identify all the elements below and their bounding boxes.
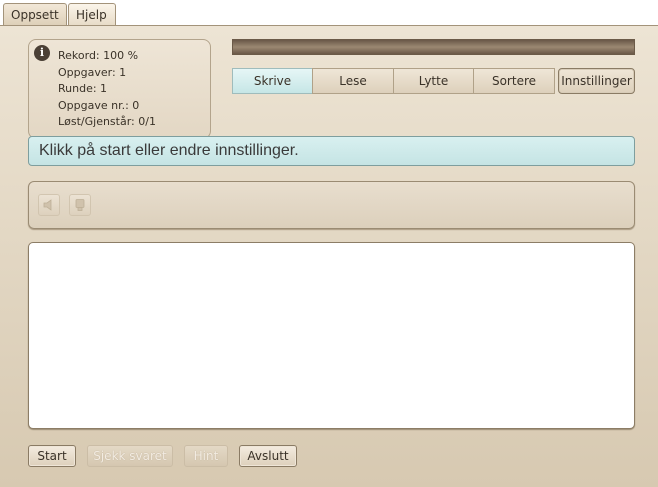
lamp-icon — [75, 199, 85, 211]
tab-innstillinger[interactable]: Innstillinger — [558, 68, 635, 94]
progress-bar — [232, 39, 635, 55]
task-number-text: Oppgave nr.: 0 — [58, 98, 140, 112]
quit-button[interactable]: Avslutt — [239, 445, 297, 467]
menu-tab-hjelp[interactable]: Hjelp — [68, 3, 116, 25]
mode-tabs: Skrive Lese Lytte Sortere Innstillinger — [232, 68, 635, 94]
speaker-button[interactable] — [38, 194, 60, 216]
speaker-icon — [43, 199, 52, 211]
tab-sortere[interactable]: Sortere — [473, 68, 555, 94]
tab-skrive[interactable]: Skrive — [232, 68, 313, 94]
status-lines: Rekord: 100 % Oppgaver: 1 Runde: 1 Oppga… — [58, 48, 156, 131]
tab-lese[interactable]: Lese — [312, 68, 394, 94]
tasks-count-text: Oppgaver: 1 — [58, 65, 127, 79]
hint-button[interactable]: Hint — [184, 445, 228, 467]
solved-remaining-text: Løst/Gjenstår: 0/1 — [58, 115, 156, 128]
check-answer-button[interactable]: Sjekk svaret — [87, 445, 173, 467]
menu-bar: Oppsett Hjelp — [0, 0, 658, 26]
answer-textarea[interactable] — [28, 242, 635, 429]
toolbar — [28, 181, 635, 229]
record-text: Rekord: 100 % — [58, 49, 139, 62]
menu-tab-oppsett[interactable]: Oppsett — [3, 3, 67, 25]
round-text: Runde: 1 — [58, 82, 108, 95]
info-icon: i — [34, 45, 50, 61]
lamp-button[interactable] — [69, 194, 91, 216]
start-button[interactable]: Start — [28, 445, 76, 467]
tab-lytte[interactable]: Lytte — [393, 68, 474, 94]
status-info-box: i Rekord: 100 % Oppgaver: 1 Runde: 1 Opp… — [28, 39, 211, 139]
instruction-bar: Klikk på start eller endre innstillinger… — [28, 136, 635, 166]
